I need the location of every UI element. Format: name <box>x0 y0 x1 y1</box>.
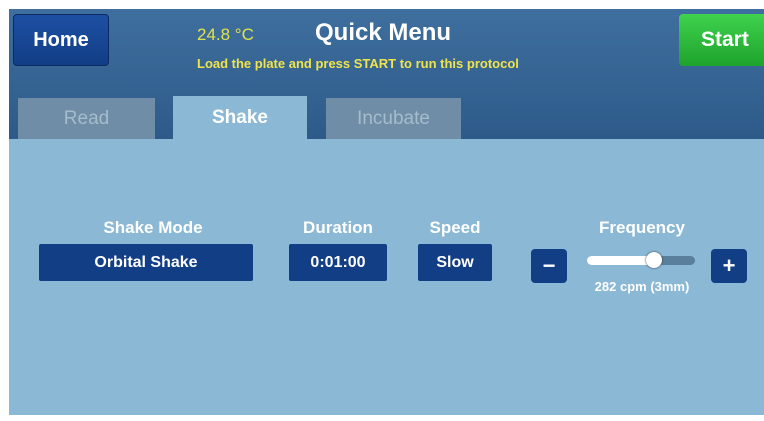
tab-incubate[interactable]: Incubate <box>326 98 461 139</box>
temperature-readout: 24.8 °C <box>197 25 254 44</box>
frequency-label: Frequency <box>599 218 685 237</box>
duration-field[interactable]: 0:01:00 <box>289 244 387 281</box>
shake-mode-label: Shake Mode <box>103 218 203 237</box>
home-button[interactable]: Home <box>13 14 109 66</box>
shake-mode-select[interactable]: Orbital Shake <box>39 244 253 281</box>
speed-label: Speed <box>429 218 481 237</box>
frequency-decrease-button[interactable]: − <box>531 249 567 283</box>
frequency-slider-handle[interactable] <box>646 252 662 268</box>
tab-read[interactable]: Read <box>18 98 155 139</box>
frequency-value: 282 cpm (3mm) <box>594 279 690 294</box>
frequency-slider-fill <box>587 256 654 265</box>
page-title: Quick Menu <box>315 19 452 46</box>
frequency-slider-track[interactable] <box>587 256 695 265</box>
start-button[interactable]: Start <box>679 14 764 66</box>
duration-label: Duration <box>303 218 373 237</box>
instruction-text: Load the plate and press START to run th… <box>197 56 519 71</box>
instrument-screen: Home 24.8 °C Quick Menu Load the plate a… <box>9 9 764 415</box>
frequency-increase-button[interactable]: + <box>711 249 747 283</box>
speed-select[interactable]: Slow <box>418 244 492 281</box>
tab-shake[interactable]: Shake <box>173 96 307 139</box>
